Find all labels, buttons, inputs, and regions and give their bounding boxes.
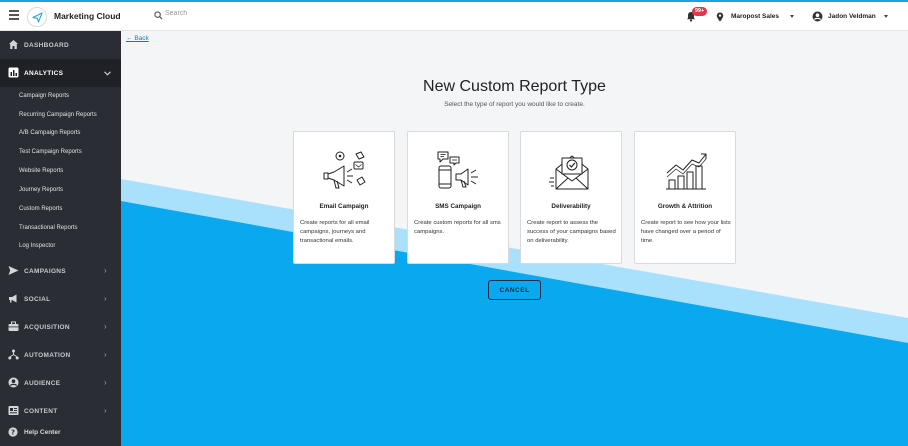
report-type-card-sms-campaign[interactable]: SMS Campaign Create custom reports for a… (407, 131, 509, 264)
logo-icon[interactable] (27, 7, 47, 27)
chevron-right-icon: › (104, 322, 107, 331)
card-description: Create custom reports for all sms campai… (414, 220, 501, 235)
app-title: Marketing Cloud (54, 11, 121, 21)
sidebar-subitem[interactable]: Test Campaign Reports (19, 149, 82, 155)
page-subtitle: Select the type of report you would like… (444, 101, 585, 108)
sidebar-subitem[interactable]: Journey Reports (19, 187, 63, 193)
sidebar-subitem[interactable]: A/B Campaign Reports (19, 130, 80, 136)
location-pin-icon (716, 12, 724, 22)
card-description: Create report to assess the success of y… (527, 220, 616, 244)
sidebar-subitem[interactable]: Log Inspector (19, 243, 55, 249)
sidebar-item-label: ANALYTICS (24, 70, 64, 77)
sidebar: DASHBOARD ANALYTICS Campaign Reports Rec… (0, 31, 121, 446)
card-title: Deliverability (551, 203, 591, 210)
cancel-button[interactable]: CANCEL (488, 280, 541, 300)
briefcase-icon (8, 321, 19, 331)
chevron-down-icon[interactable] (884, 15, 888, 18)
card-title: Email Campaign (319, 203, 369, 210)
page-title: New Custom Report Type (423, 78, 606, 95)
sidebar-item-audience[interactable]: AUDIENCE › (0, 369, 121, 397)
card-description: Create reports for all email campaigns, … (300, 220, 370, 244)
svg-text:?: ? (11, 429, 15, 437)
sidebar-item-label: AUTOMATION (24, 352, 71, 359)
card-description: Create report to see how your lists have… (641, 220, 731, 244)
sidebar-item-dashboard[interactable]: DASHBOARD (0, 31, 121, 59)
sidebar-subitem[interactable]: Recurring Campaign Reports (19, 112, 97, 118)
help-center-label: Help Center (24, 429, 61, 436)
sidebar-subitem[interactable]: Custom Reports (19, 206, 62, 212)
sidebar-item-label: DASHBOARD (24, 42, 69, 49)
report-type-card-email-campaign[interactable]: Email Campaign Create reports for all em… (293, 131, 395, 264)
search-input[interactable] (165, 10, 275, 17)
user-circle-icon (8, 377, 19, 388)
chevron-down-icon[interactable] (790, 15, 794, 18)
sidebar-item-label: AUDIENCE (24, 380, 61, 387)
flow-icon (8, 349, 19, 360)
help-icon: ? (8, 427, 18, 437)
email-campaign-illustration (323, 151, 366, 189)
sidebar-item-social[interactable]: SOCIAL › (0, 285, 121, 313)
card-title: SMS Campaign (435, 203, 481, 210)
chevron-right-icon: › (104, 266, 107, 275)
report-type-card-deliverability[interactable]: Deliverability Create report to assess t… (520, 131, 622, 264)
sidebar-item-automation[interactable]: AUTOMATION › (0, 341, 121, 369)
sidebar-item-label: ACQUISITION (24, 324, 70, 331)
sms-campaign-illustration (437, 151, 478, 189)
sidebar-item-label: SOCIAL (24, 296, 51, 303)
deliverability-illustration (549, 155, 589, 190)
sidebar-item-label: CAMPAIGNS (24, 268, 66, 275)
user-menu[interactable]: Jadon Veldman (828, 13, 876, 20)
sidebar-item-campaigns[interactable]: CAMPAIGNS › (0, 257, 121, 285)
content-icon (8, 406, 19, 415)
hamburger-menu-icon[interactable] (9, 10, 19, 22)
analytics-icon (8, 67, 19, 78)
user-avatar-icon[interactable] (812, 11, 823, 22)
sidebar-item-acquisition[interactable]: ACQUISITION › (0, 313, 121, 341)
sidebar-item-label: CONTENT (24, 408, 58, 415)
send-icon (8, 266, 19, 275)
sidebar-item-analytics[interactable]: ANALYTICS (0, 59, 121, 87)
sidebar-subitem[interactable]: Transactional Reports (19, 225, 77, 231)
home-icon (9, 40, 18, 49)
chevron-right-icon: › (104, 406, 107, 415)
top-bar: Marketing Cloud 99+ Maropost Sales Jadon… (0, 0, 908, 31)
sidebar-subitem[interactable]: Website Reports (19, 168, 63, 174)
chevron-down-icon (104, 71, 111, 76)
chevron-right-icon: › (104, 350, 107, 359)
back-label: Back (134, 35, 149, 42)
notification-badge: 99+ (692, 7, 707, 16)
help-center-link[interactable]: ? Help Center (0, 421, 121, 445)
back-link[interactable]: ← Back (126, 35, 149, 42)
main-content: ← Back New Custom Report Type Select the… (121, 31, 908, 446)
report-type-card-growth-attrition[interactable]: Growth & Attrition Create report to see … (634, 131, 736, 264)
growth-chart-illustration (666, 153, 707, 190)
chevron-right-icon: › (104, 294, 107, 303)
megaphone-icon (9, 294, 17, 303)
sidebar-subitem[interactable]: Campaign Reports (19, 93, 69, 99)
analytics-submenu: Campaign Reports Recurring Campaign Repo… (0, 90, 121, 258)
card-title: Growth & Attrition (657, 203, 713, 210)
account-selector[interactable]: Maropost Sales (731, 13, 779, 20)
search-icon[interactable] (154, 11, 163, 20)
chevron-right-icon: › (104, 378, 107, 387)
